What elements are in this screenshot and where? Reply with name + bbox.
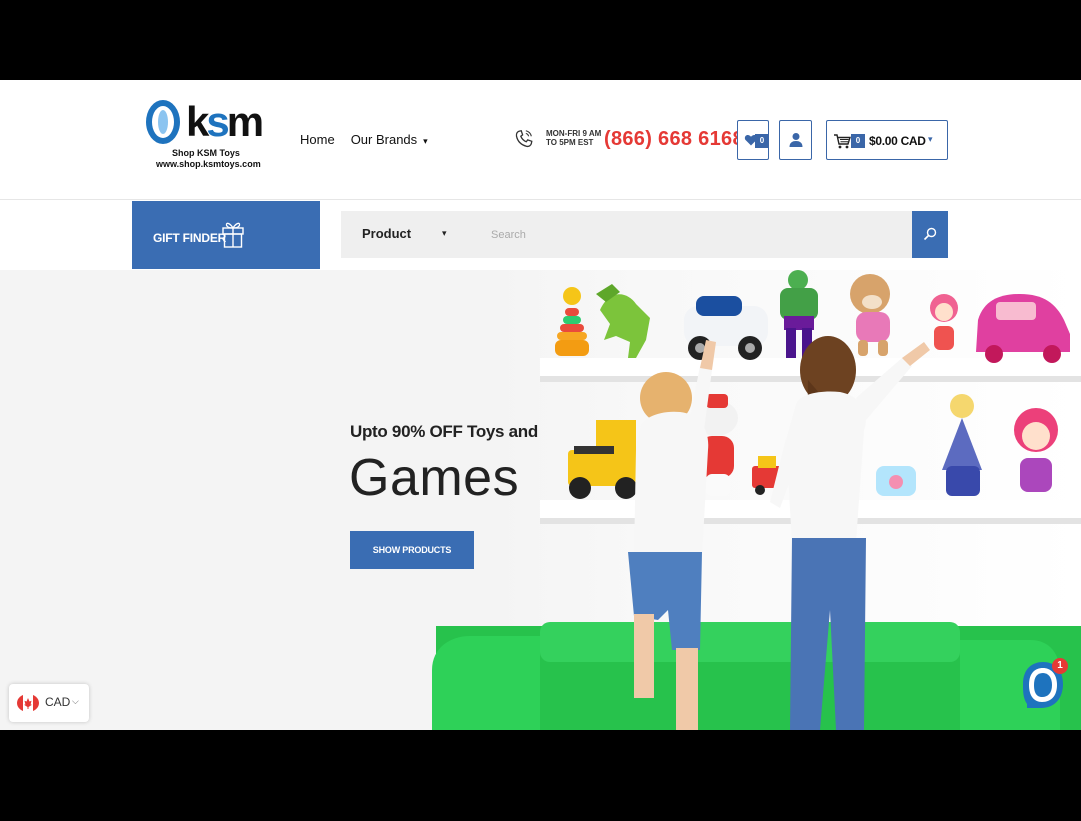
show-products-button[interactable]: SHOW PRODUCTS (350, 531, 474, 569)
wishlist-count: 0 (755, 134, 769, 148)
user-icon (789, 133, 803, 147)
wishlist-button[interactable]: 0 (737, 120, 769, 160)
search-category-select[interactable]: Product (362, 226, 411, 241)
logo-tagline: Shop KSM Toys (172, 148, 240, 158)
cart-total: $0.00 CAD (869, 134, 926, 148)
logo-url: www.shop.ksmtoys.com (156, 159, 261, 169)
gift-icon (222, 222, 244, 248)
nav-our-brands-label: Our Brands (350, 132, 418, 147)
search-bar: Product ▾ (341, 211, 948, 258)
chat-widget-button[interactable]: 1 (1021, 658, 1068, 712)
logo-mark (146, 100, 180, 144)
search-icon (923, 227, 937, 241)
flag-icon (17, 694, 39, 712)
account-button[interactable] (779, 120, 812, 160)
site-header: ksm Shop KSM Toys www.shop.ksmtoys.com H… (0, 80, 1081, 200)
chevron-down-icon: ▾ (442, 228, 447, 238)
chevron-down-icon: ▾ (423, 136, 428, 146)
search-button[interactable] (912, 211, 948, 258)
hero-title: Games (349, 449, 520, 507)
logo-wordmark: ksm (186, 98, 264, 145)
hero-banner: Upto 90% OFF Toys and Games SHOW PRODUCT… (0, 270, 1081, 730)
phone-icon (515, 130, 533, 148)
gift-finder-button[interactable]: GIFT FINDER (132, 201, 320, 269)
main-nav: Home Our Brands ▾ (300, 132, 428, 147)
browser-viewport: ksm Shop KSM Toys www.shop.ksmtoys.com H… (0, 80, 1081, 730)
business-hours: MON-FRI 9 AM TO 5PM EST (546, 129, 602, 147)
site-logo[interactable]: ksm Shop KSM Toys www.shop.ksmtoys.com (146, 98, 264, 174)
hero-image (432, 270, 1081, 730)
cart-icon (834, 134, 851, 149)
hero-subtitle: Upto 90% OFF Toys and (350, 422, 538, 441)
chevron-down-icon: ⌵ (72, 696, 79, 706)
gift-finder-label: GIFT FINDER (153, 231, 227, 245)
phone-number[interactable]: (866) 668 6168 (604, 128, 744, 151)
cart-count: 0 (851, 134, 865, 148)
nav-our-brands[interactable]: Our Brands ▾ (351, 132, 428, 147)
chat-notification-badge: 1 (1052, 658, 1068, 674)
nav-home[interactable]: Home (300, 132, 335, 147)
currency-selector[interactable]: CAD ⌵ (9, 684, 89, 722)
search-input[interactable] (491, 220, 901, 250)
chevron-down-icon: ▾ (928, 134, 933, 144)
cart-button[interactable]: 0 $0.00 CAD ▾ (826, 120, 948, 160)
currency-code: CAD (45, 695, 71, 709)
